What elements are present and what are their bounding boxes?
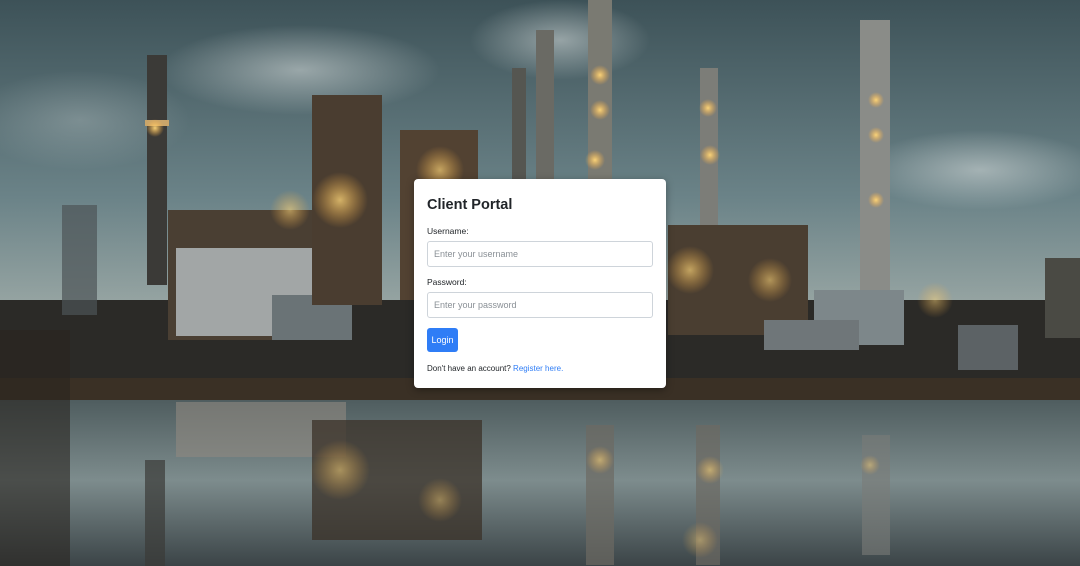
register-prompt: Don't have an account? Register here.: [427, 364, 653, 374]
login-card: Client Portal Username: Password: Login …: [414, 179, 666, 388]
login-button[interactable]: Login: [427, 328, 458, 352]
password-label: Password:: [427, 277, 467, 287]
username-label: Username:: [427, 226, 469, 236]
page-title: Client Portal: [427, 197, 513, 213]
register-link[interactable]: Register here.: [513, 364, 563, 373]
register-prompt-text: Don't have an account?: [427, 364, 511, 373]
password-input[interactable]: [427, 292, 653, 318]
username-input[interactable]: [427, 241, 653, 267]
